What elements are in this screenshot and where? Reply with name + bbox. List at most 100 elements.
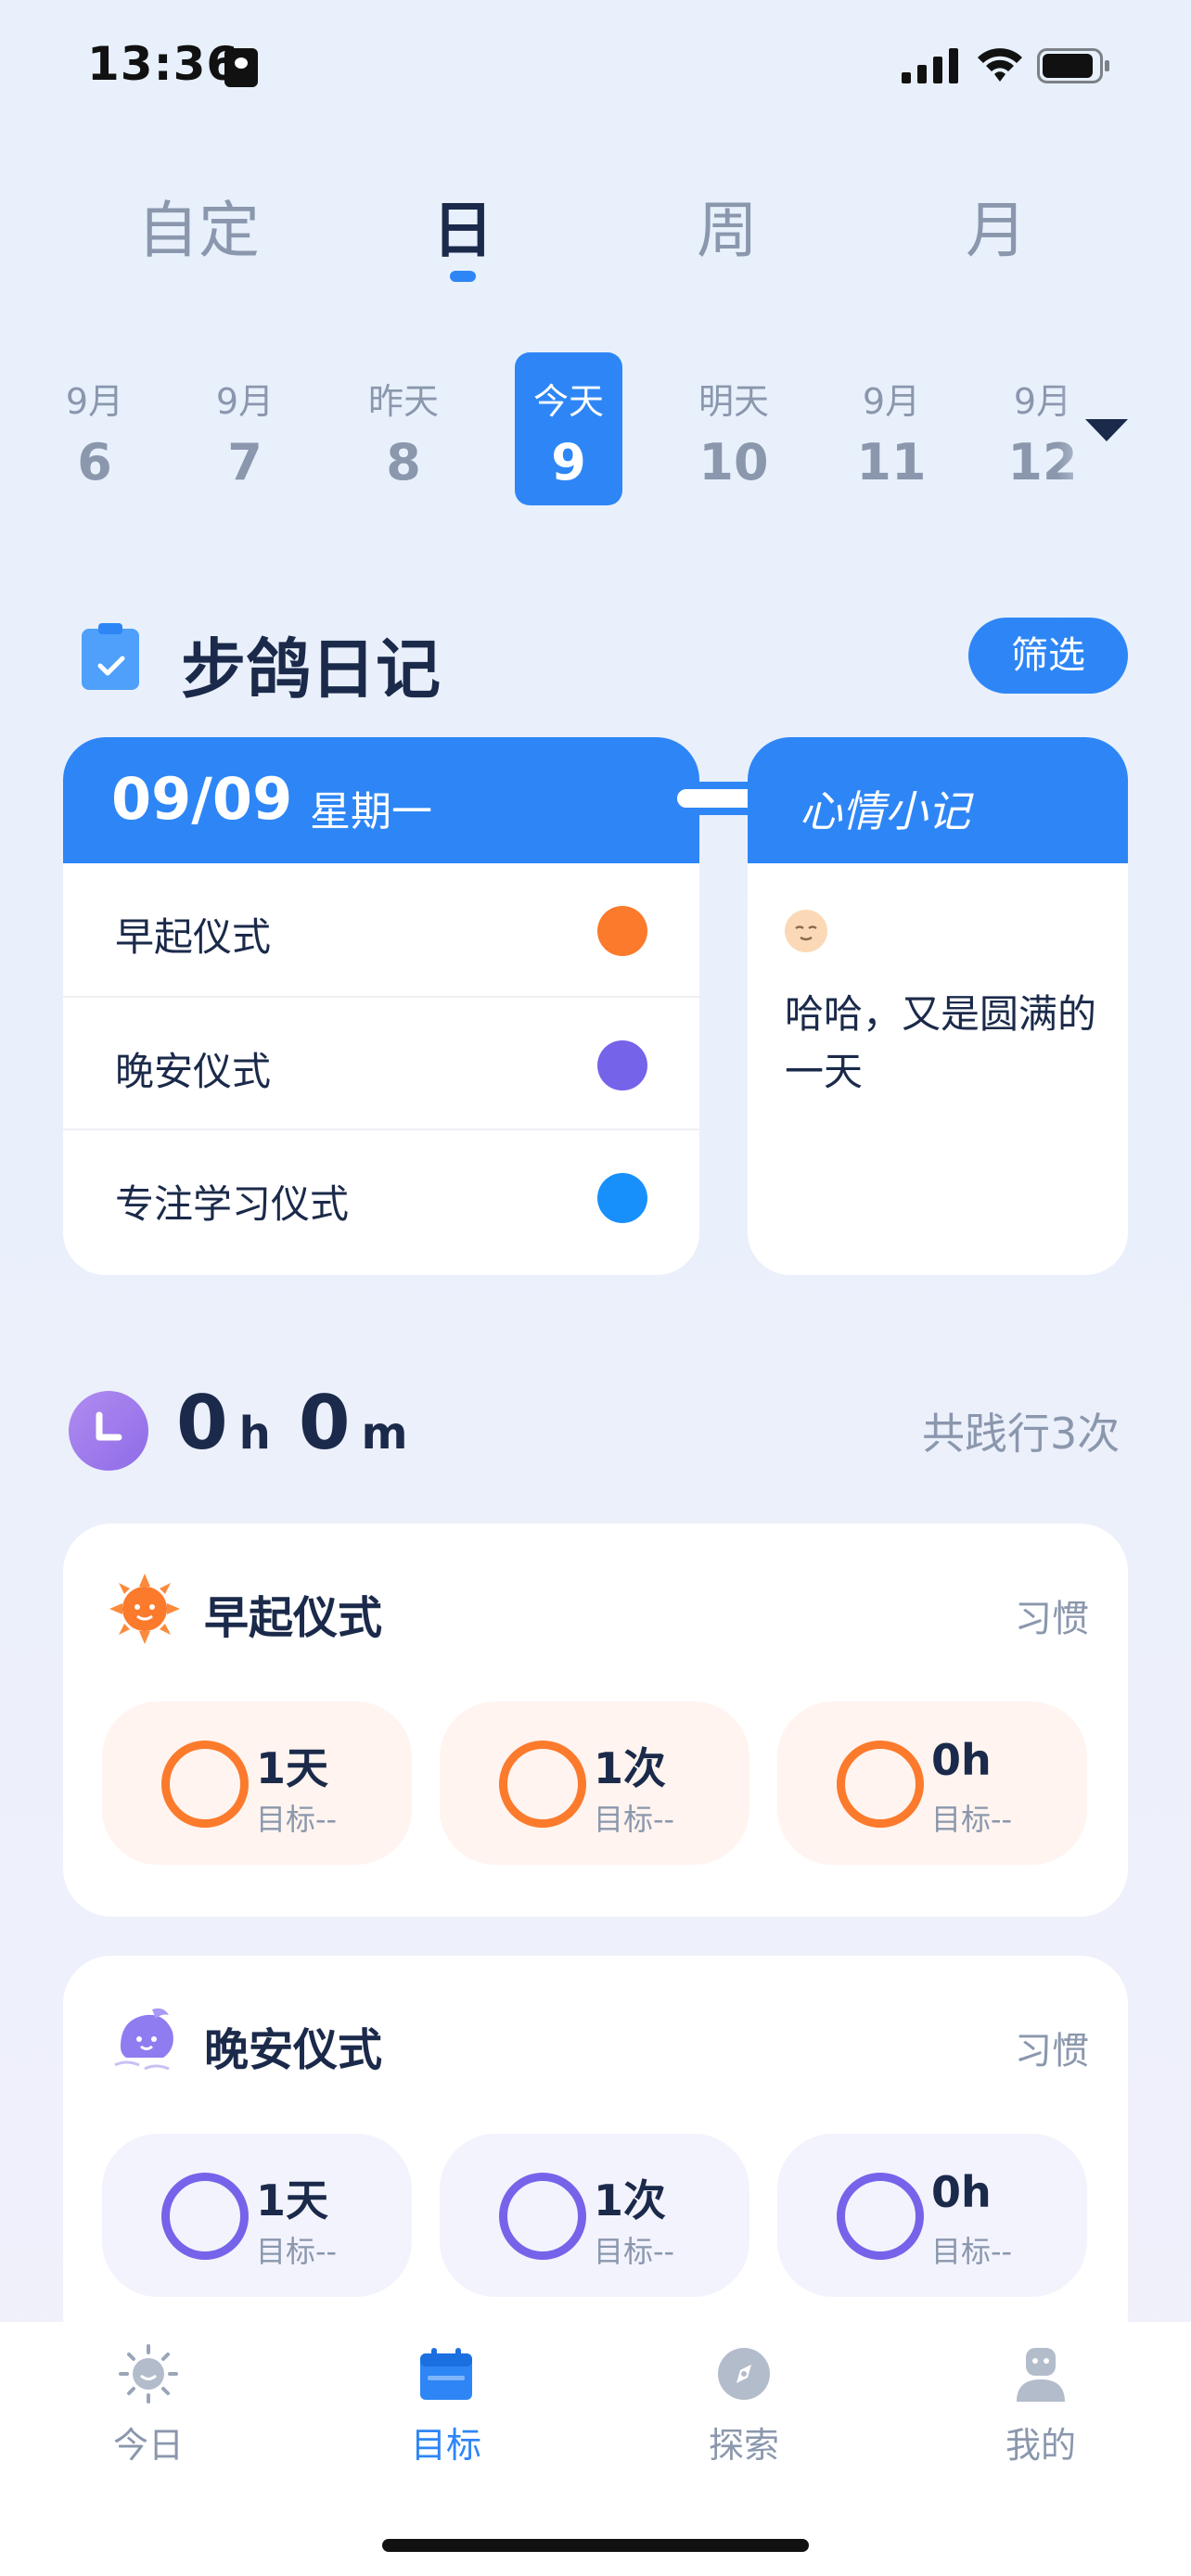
nav-explore[interactable]: 探索 bbox=[651, 2344, 837, 2468]
stat-hours[interactable]: 0h 目标-- bbox=[777, 1702, 1087, 1865]
diary-section-title: 步鸽日记 bbox=[181, 631, 441, 708]
date-day-label: 11 bbox=[856, 433, 927, 491]
date-month-label: 昨天 bbox=[367, 381, 439, 422]
sun-icon bbox=[119, 2344, 178, 2404]
date-month-label: 9月 bbox=[215, 381, 275, 422]
date-month-label: 9月 bbox=[862, 381, 921, 422]
diary-row-label: 晚安仪式 bbox=[115, 1049, 272, 1094]
mood-card[interactable]: 心情小记 哈哈，又是圆满的一天 bbox=[748, 737, 1128, 1275]
moon-mascot-icon bbox=[114, 2008, 173, 2071]
nav-today[interactable]: 今日 bbox=[56, 2344, 241, 2468]
date-day-label: 9 bbox=[551, 433, 586, 491]
progress-ring bbox=[837, 1741, 924, 1828]
diary-row-study[interactable]: 专注学习仪式 bbox=[63, 1129, 699, 1263]
expand-calendar-chevron-icon[interactable] bbox=[1085, 419, 1128, 441]
progress-ring bbox=[499, 2173, 586, 2260]
date-day-label: 8 bbox=[386, 433, 421, 491]
minutes-unit: m bbox=[361, 1408, 408, 1460]
battery-icon bbox=[1037, 48, 1109, 83]
status-dot bbox=[597, 1173, 647, 1223]
stat-target: 目标-- bbox=[256, 1802, 338, 1837]
progress-ring bbox=[499, 1741, 586, 1828]
date-item-9-selected[interactable]: 今天 9 bbox=[515, 352, 622, 505]
stat-target: 目标-- bbox=[931, 1802, 1013, 1837]
cellular-signal-icon bbox=[902, 48, 958, 83]
date-day-label: 6 bbox=[77, 433, 112, 491]
tab-month[interactable]: 月 bbox=[903, 181, 1089, 270]
date-month-label: 明天 bbox=[698, 381, 769, 422]
tab-week[interactable]: 周 bbox=[634, 181, 820, 270]
tab-indicator bbox=[450, 271, 476, 282]
ritual-card-morning[interactable]: 早起仪式 习惯 1天 目标-- 1次 目标-- 0h 目标-- bbox=[63, 1524, 1128, 1917]
nav-mine[interactable]: 我的 bbox=[948, 2344, 1133, 2468]
date-item-10[interactable]: 明天 10 bbox=[678, 352, 789, 510]
stat-value: 0h bbox=[931, 1735, 992, 1785]
compass-icon bbox=[718, 2348, 770, 2400]
time-summary: 0h0m bbox=[176, 1380, 436, 1466]
diary-row-night[interactable]: 晚安仪式 bbox=[63, 996, 699, 1130]
stat-target: 目标-- bbox=[594, 1802, 675, 1837]
stat-value: 1天 bbox=[256, 1743, 329, 1793]
stat-value: 1次 bbox=[594, 2175, 667, 2225]
stat-target: 目标-- bbox=[256, 2234, 338, 2269]
nav-label: 目标 bbox=[410, 2425, 481, 2466]
stat-value: 1次 bbox=[594, 1743, 667, 1793]
diary-row-morning[interactable]: 早起仪式 bbox=[63, 863, 699, 996]
ritual-card-night[interactable]: 晚安仪式 习惯 1天 目标-- 1次 目标-- 0h 目标-- bbox=[63, 1956, 1128, 2364]
ritual-tag: 习惯 bbox=[1015, 2030, 1089, 2072]
home-indicator[interactable] bbox=[382, 2539, 809, 2552]
status-dot bbox=[597, 906, 647, 956]
ritual-title: 早起仪式 bbox=[204, 1592, 383, 1644]
mood-title: 心情小记 bbox=[800, 786, 970, 836]
progress-ring bbox=[837, 2173, 924, 2260]
nav-label: 探索 bbox=[708, 2425, 779, 2466]
filter-button[interactable]: 筛选 bbox=[968, 618, 1128, 694]
diary-row-label: 专注学习仪式 bbox=[115, 1181, 350, 1227]
practice-count: 共践行3次 bbox=[922, 1409, 1121, 1459]
date-day-label: 10 bbox=[698, 433, 769, 491]
stat-target: 目标-- bbox=[594, 2234, 675, 2269]
profile-icon bbox=[1017, 2348, 1065, 2402]
calendar-icon bbox=[420, 2348, 472, 2400]
stat-value: 1天 bbox=[256, 2175, 329, 2225]
stat-target: 目标-- bbox=[931, 2234, 1013, 2269]
diary-card-header: 09/09 星期一 bbox=[63, 737, 699, 863]
date-item-11[interactable]: 9月 11 bbox=[836, 352, 947, 510]
tab-custom[interactable]: 自定 bbox=[106, 181, 291, 270]
status-dot bbox=[597, 1040, 647, 1090]
minutes-value: 0 bbox=[298, 1380, 351, 1466]
sun-mascot-icon bbox=[109, 1574, 180, 1644]
progress-ring bbox=[161, 2173, 249, 2260]
date-month-label: 今天 bbox=[532, 381, 604, 422]
mood-text: 哈哈，又是圆满的一天 bbox=[785, 991, 1097, 1094]
contact-card-icon bbox=[224, 48, 258, 87]
smile-emoji-icon bbox=[785, 910, 827, 952]
progress-ring bbox=[161, 1741, 249, 1828]
mood-card-header: 心情小记 bbox=[748, 737, 1128, 863]
date-item-8[interactable]: 昨天 8 bbox=[348, 352, 459, 510]
date-day-label: 7 bbox=[227, 433, 263, 491]
stat-value: 0h bbox=[931, 2167, 992, 2217]
stat-days[interactable]: 1天 目标-- bbox=[102, 1702, 412, 1865]
stat-days[interactable]: 1天 目标-- bbox=[102, 2134, 412, 2297]
diary-date: 09/09 bbox=[111, 765, 293, 833]
ritual-title: 晚安仪式 bbox=[204, 2024, 383, 2076]
clipboard-check-icon bbox=[82, 623, 139, 690]
nav-label: 我的 bbox=[1005, 2425, 1076, 2466]
stat-count[interactable]: 1次 目标-- bbox=[440, 1702, 749, 1865]
tab-day[interactable]: 日 bbox=[370, 181, 556, 270]
bottom-nav: 今日 目标 探索 我的 bbox=[0, 2322, 1191, 2576]
date-item-6[interactable]: 9月 6 bbox=[39, 352, 150, 510]
wifi-icon bbox=[978, 48, 1022, 82]
ritual-tag: 习惯 bbox=[1015, 1598, 1089, 1640]
nav-goals[interactable]: 目标 bbox=[353, 2344, 539, 2468]
stat-hours[interactable]: 0h 目标-- bbox=[777, 2134, 1087, 2297]
hours-unit: h bbox=[238, 1408, 271, 1460]
diary-card[interactable]: 09/09 星期一 早起仪式 晚安仪式 专注学习仪式 bbox=[63, 737, 699, 1275]
stat-count[interactable]: 1次 目标-- bbox=[440, 2134, 749, 2297]
date-item-7[interactable]: 9月 7 bbox=[189, 352, 301, 510]
diary-row-label: 早起仪式 bbox=[115, 914, 272, 960]
diary-weekday: 星期一 bbox=[310, 788, 432, 835]
nav-label: 今日 bbox=[112, 2425, 184, 2466]
status-time: 13:36 bbox=[87, 37, 240, 91]
